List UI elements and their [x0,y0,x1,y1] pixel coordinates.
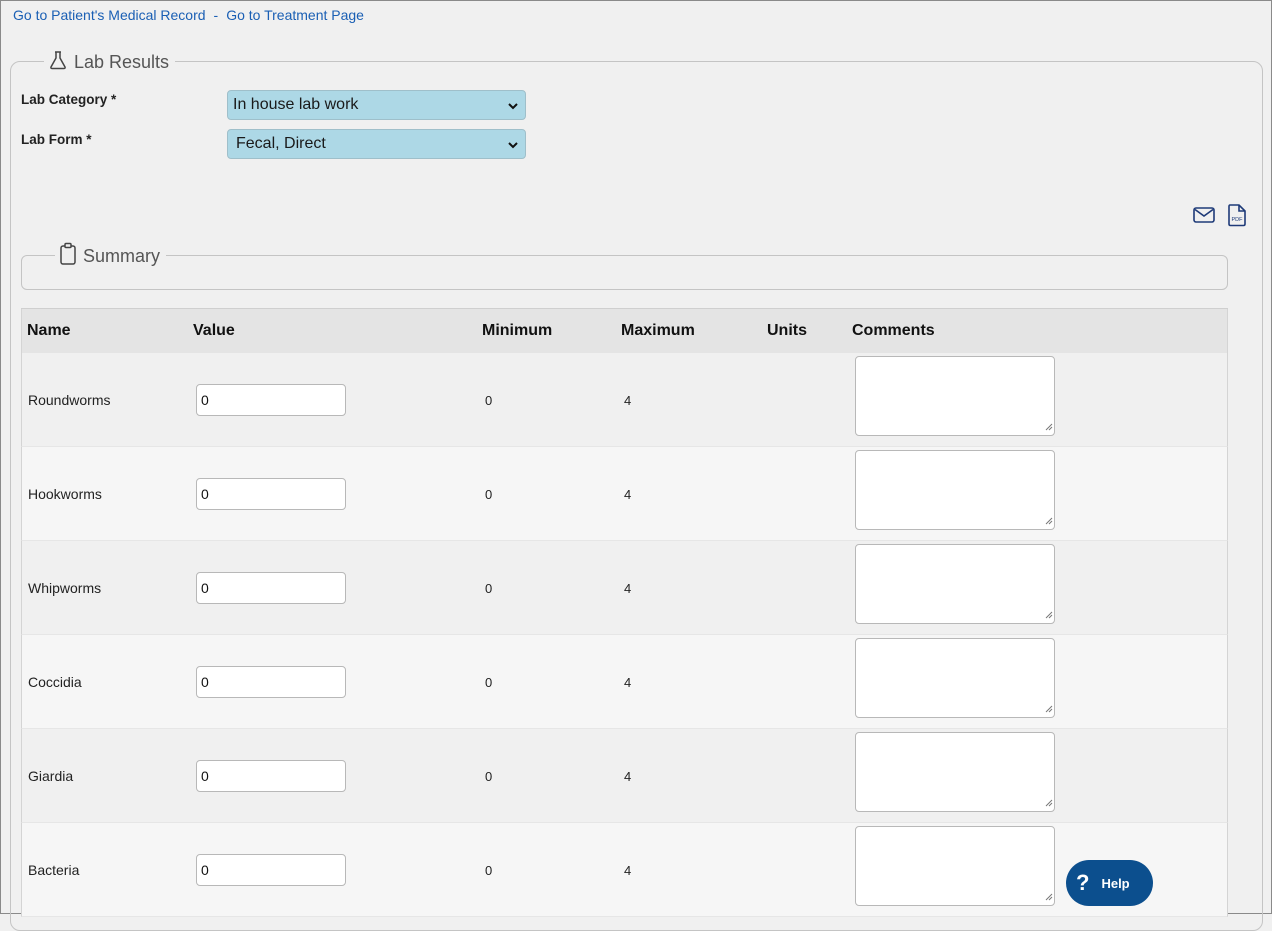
resize-grip-icon[interactable] [1045,888,1053,904]
lab-results-table: Name Value Minimum Maximum Units Comment… [21,308,1228,928]
lab-form-select[interactable]: Fecal, Direct [227,129,526,159]
row-minimum: 0 [485,769,493,784]
row-maximum: 4 [624,863,632,878]
comment-textarea[interactable] [855,450,1055,530]
pdf-icon[interactable]: PDF [1227,203,1247,232]
header-value: Value [193,322,235,339]
chevron-down-icon [507,138,519,156]
table-row: Roundworms 0 0 4 [21,353,1228,447]
row-name: Roundworms [28,392,111,408]
treatment-page-link[interactable]: Go to Treatment Page [226,7,364,23]
medical-record-link[interactable]: Go to Patient's Medical Record [13,7,206,23]
resize-grip-icon[interactable] [1045,700,1053,716]
table-row: Coccidia 0 0 4 [21,635,1228,729]
link-separator: - [213,7,219,23]
table-row: Bacteria 0 0 4 [21,823,1228,917]
header-name: Name [27,322,71,339]
top-nav-links: Go to Patient's Medical Record - Go to Tre… [13,7,364,23]
summary-title: Summary [83,245,161,266]
help-button[interactable]: ? Help [1066,860,1153,906]
value-input[interactable]: 0 [196,854,346,886]
row-maximum: 4 [624,487,632,502]
resize-grip-icon[interactable] [1045,512,1053,528]
value-input[interactable]: 0 [196,572,346,604]
table-row: Giardia 0 0 4 [21,729,1228,823]
row-name: Hookworms [28,486,102,502]
value-input[interactable]: 0 [196,384,346,416]
resize-grip-icon[interactable] [1045,606,1053,622]
header-comments: Comments [852,322,935,339]
comment-textarea[interactable] [855,732,1055,812]
chevron-down-icon [507,99,519,117]
row-minimum: 0 [485,581,493,596]
row-name: Coccidia [28,674,82,690]
lab-results-title: Lab Results [74,51,170,72]
resize-grip-icon[interactable] [1045,794,1053,810]
lab-form-label: Lab Form * [21,132,92,147]
header-maximum: Maximum [621,322,695,339]
row-minimum: 0 [485,487,493,502]
lab-category-select[interactable]: In house lab work [227,90,526,120]
pdf-icon-label: PDF [1232,217,1244,223]
lab-category-value: In house lab work [233,96,359,113]
header-units: Units [767,322,807,339]
clipboard-icon [59,242,77,271]
question-icon: ? [1076,870,1090,895]
value-input[interactable]: 0 [196,666,346,698]
row-name: Bacteria [28,862,80,878]
summary-fieldset [21,255,1228,290]
summary-legend: Summary [55,242,167,271]
lab-category-label: Lab Category * [21,92,117,107]
row-maximum: 4 [624,393,632,408]
flask-icon [48,50,68,75]
table-row: Whipworms 0 0 4 [21,541,1228,635]
value-input[interactable]: 0 [196,760,346,792]
lab-results-legend: Lab Results [44,50,176,75]
row-minimum: 0 [485,675,493,690]
row-maximum: 4 [624,581,632,596]
row-name: Giardia [28,768,74,784]
row-minimum: 0 [485,393,493,408]
row-maximum: 4 [624,769,632,784]
comment-textarea[interactable] [855,638,1055,718]
header-minimum: Minimum [482,322,553,339]
help-label: Help [1101,875,1130,891]
comment-textarea[interactable] [855,544,1055,624]
table-header: Name Value Minimum Maximum Units Comment… [21,309,1228,353]
lab-form-value: Fecal, Direct [236,135,326,152]
resize-grip-icon[interactable] [1045,418,1053,434]
row-maximum: 4 [624,675,632,690]
envelope-icon[interactable] [1193,206,1215,229]
comment-textarea[interactable] [855,826,1055,906]
row-name: Whipworms [28,580,102,596]
row-minimum: 0 [485,863,493,878]
value-input[interactable]: 0 [196,478,346,510]
comment-textarea[interactable] [855,356,1055,436]
table-row: Hookworms 0 0 4 [21,447,1228,541]
